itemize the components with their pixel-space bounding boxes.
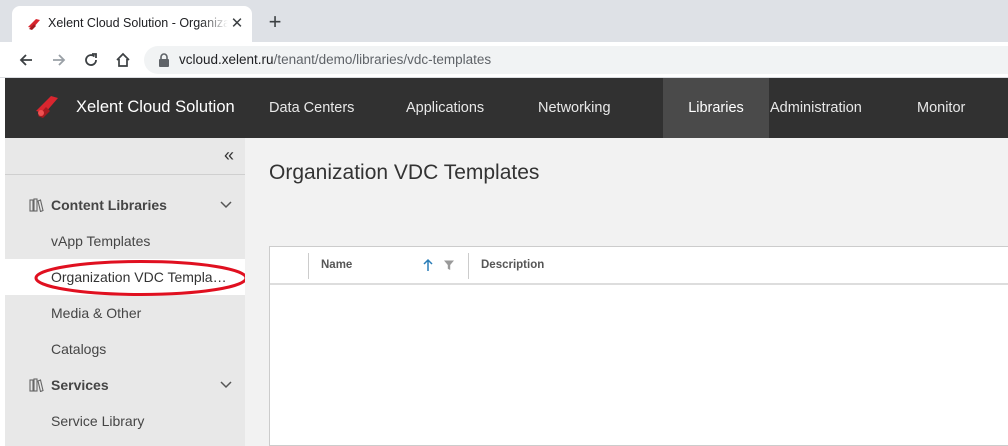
chevron-down-icon — [220, 381, 232, 389]
url-text: vcloud.xelent.ru/tenant/demo/libraries/v… — [179, 52, 492, 67]
sidebar-group-label: Services — [51, 377, 109, 393]
vdc-templates-grid: Name Description — [269, 246, 1008, 446]
back-icon[interactable] — [14, 48, 38, 72]
forward-icon[interactable] — [47, 48, 71, 72]
sidebar: « Content Libraries vApp Templates Organ… — [5, 138, 248, 446]
sidebar-group-content-libraries[interactable]: Content Libraries — [5, 188, 245, 222]
sidebar-item-service-library[interactable]: Service Library — [5, 403, 245, 439]
collapse-sidebar-icon[interactable]: « — [219, 146, 239, 166]
xelent-favicon-icon — [28, 19, 40, 30]
new-tab-button[interactable]: + — [262, 10, 288, 36]
sidebar-item-media-other[interactable]: Media & Other — [5, 295, 245, 331]
browser-tab[interactable]: Xelent Cloud Solution - Organization VDC… — [12, 6, 252, 42]
nav-networking[interactable]: Networking — [515, 78, 634, 138]
app-header: Xelent Cloud Solution Data Centers Appli… — [5, 78, 1008, 138]
nav-monitor[interactable]: Monitor — [894, 78, 988, 138]
column-separator — [308, 253, 309, 279]
sidebar-item-organization-vdc-templates[interactable]: Organization VDC Templates — [5, 259, 245, 295]
column-header-description[interactable]: Description — [481, 259, 544, 271]
column-header-name[interactable]: Name — [321, 259, 352, 271]
page-title: Organization VDC Templates — [269, 161, 540, 184]
sidebar-item-vapp-templates[interactable]: vApp Templates — [5, 223, 245, 259]
library-icon — [29, 378, 44, 392]
nav-applications[interactable]: Applications — [383, 78, 507, 138]
sidebar-group-services[interactable]: Services — [5, 368, 245, 402]
filter-icon[interactable] — [443, 259, 455, 271]
nav-data-centers[interactable]: Data Centers — [246, 78, 377, 138]
grid-header: Name Description — [270, 247, 1008, 285]
address-bar: vcloud.xelent.ru/tenant/demo/libraries/v… — [0, 42, 1008, 78]
sidebar-divider — [5, 174, 245, 175]
reload-icon[interactable] — [79, 48, 103, 72]
browser-tabstrip: Xelent Cloud Solution - Organization VDC… — [0, 0, 1008, 42]
home-icon[interactable] — [111, 48, 135, 72]
nav-administration[interactable]: Administration — [747, 78, 885, 138]
url-field[interactable]: vcloud.xelent.ru/tenant/demo/libraries/v… — [144, 46, 1008, 74]
library-icon — [29, 198, 44, 212]
tab-title: Xelent Cloud Solution - Organization VDC… — [48, 16, 228, 30]
tab-close-icon[interactable]: ✕ — [228, 15, 246, 33]
column-separator — [468, 253, 469, 279]
xelent-logo-icon — [36, 96, 58, 118]
chevron-down-icon — [220, 201, 232, 209]
sort-ascending-icon[interactable] — [422, 258, 434, 272]
brand-title: Xelent Cloud Solution — [76, 98, 235, 116]
sidebar-item-catalogs[interactable]: Catalogs — [5, 331, 245, 367]
main-content: Organization VDC Templates Name Descript… — [245, 138, 1008, 446]
sidebar-group-label: Content Libraries — [51, 197, 167, 213]
lock-icon — [159, 53, 169, 67]
